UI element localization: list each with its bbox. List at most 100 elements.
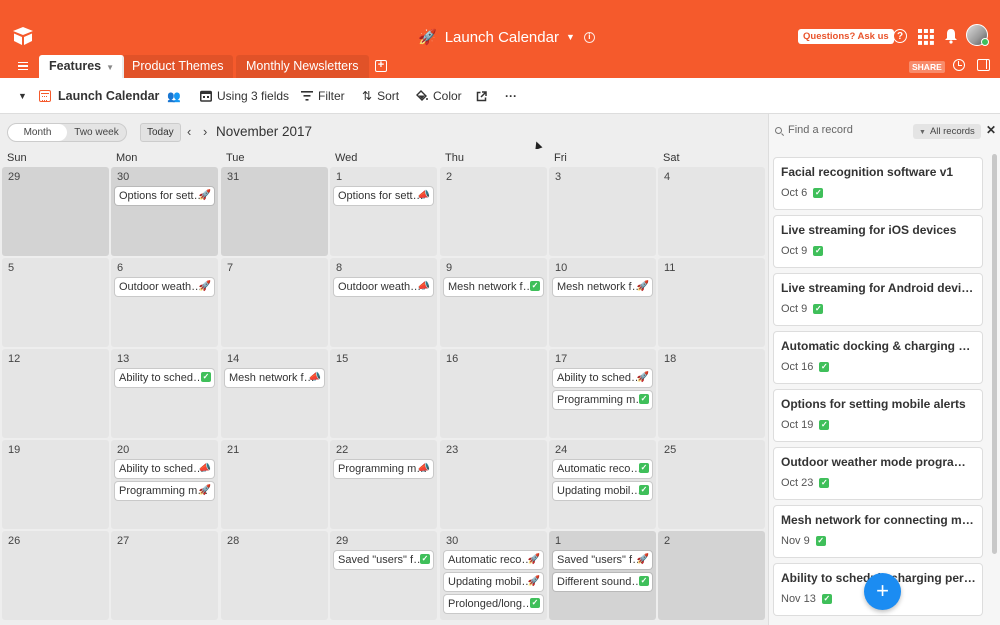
calendar-day-cell[interactable]: 26 (2, 531, 109, 620)
calendar-day-cell[interactable]: 27 (111, 531, 218, 620)
calendar-event[interactable]: Programming m… 📣 (334, 460, 433, 478)
filter-button[interactable]: Filter (301, 78, 345, 114)
history-icon[interactable] (953, 59, 965, 71)
tab-features[interactable]: Features ▼ (39, 55, 125, 78)
calendar-day-cell[interactable]: 29 (2, 167, 109, 256)
help-circle-icon[interactable]: ? (893, 29, 907, 43)
help-button[interactable]: Questions? Ask us (798, 29, 894, 44)
calendar-day-cell[interactable]: 13 Ability to sched… ✓ (111, 349, 218, 438)
calendar-event[interactable]: Updating mobil… ✓ (553, 482, 652, 500)
views-menu-chevron-icon[interactable]: ▼ (18, 78, 27, 114)
calendar-day-cell[interactable]: 30 Options for sett… 🚀 (111, 167, 218, 256)
people-icon[interactable]: 👥 (167, 90, 181, 103)
calendar-event[interactable]: Ability to sched… ✓ (115, 369, 214, 387)
calendar-day-cell[interactable]: 1 Options for sett… 📣 (330, 167, 437, 256)
calendar-event[interactable]: Options for sett… 📣 (334, 187, 433, 205)
base-title-button[interactable]: 🚀 Launch Calendar ▼ i (418, 26, 595, 48)
calendar-event[interactable]: Programming m… ✓ (553, 391, 652, 409)
calendar-day-cell[interactable]: 3 (549, 167, 656, 256)
today-button[interactable]: Today (140, 123, 181, 142)
find-record-search[interactable]: Find a record (775, 124, 853, 136)
calendar-day-cell[interactable]: 23 (440, 440, 547, 529)
calendar-event[interactable]: Ability to sched… 🚀 (553, 369, 652, 387)
calendar-day-cell[interactable]: 16 (440, 349, 547, 438)
record-card[interactable]: Mesh network for connecting mult… Nov 9 ✓ (774, 506, 982, 557)
sidebar-scrollbar[interactable] (992, 154, 997, 554)
apps-grid-icon[interactable] (918, 29, 934, 45)
calendar-day-cell[interactable]: 18 (658, 349, 765, 438)
calendar-event[interactable]: Outdoor weath… 🚀 (115, 278, 214, 296)
view-switcher[interactable]: Launch Calendar 👥 (39, 78, 181, 114)
calendar-event[interactable]: Updating mobil… 🚀 (444, 573, 543, 591)
sidebar-toggle-icon[interactable] (977, 59, 990, 71)
calendar-day-cell[interactable]: 2 (658, 531, 765, 620)
calendar-event[interactable]: Ability to sched… 📣 (115, 460, 214, 478)
records-filter-dropdown[interactable]: ▼ All records (913, 124, 981, 139)
calendar-day-cell[interactable]: 14 Mesh network f… 📣 (221, 349, 328, 438)
color-button[interactable]: Color (416, 78, 462, 114)
calendar-day-cell[interactable]: 6 Outdoor weath… 🚀 (111, 258, 218, 347)
calendar-day-cell[interactable]: 28 (221, 531, 328, 620)
info-icon[interactable]: i (583, 31, 595, 43)
record-card[interactable]: Automatic docking & charging at l… Oct 16… (774, 332, 982, 383)
bell-icon[interactable] (943, 28, 959, 44)
calendar-event[interactable]: Mesh network f… 🚀 (553, 278, 652, 296)
month-mode-button[interactable]: Month (8, 124, 67, 141)
calendar-event[interactable]: Outdoor weath… 📣 (334, 278, 433, 296)
next-month-icon[interactable]: › (203, 124, 207, 140)
sort-button[interactable]: ⇅ Sort (362, 78, 399, 114)
previous-month-icon[interactable]: ‹ (187, 124, 191, 140)
tab-monthly-newsletters[interactable]: Monthly Newsletters (236, 55, 369, 78)
calendar-day-cell[interactable]: 24 Automatic reco… ✓ Updating mobil… ✓ (549, 440, 656, 529)
record-card[interactable]: Outdoor weather mode programm… Oct 23 ✓ (774, 448, 982, 499)
calendar-day-cell[interactable]: 17 Ability to sched… 🚀 Programming m… ✓ (549, 349, 656, 438)
calendar-day-cell[interactable]: 20 Ability to sched… 📣 Programming m… 🚀 (111, 440, 218, 529)
calendar-event[interactable]: Prolonged/long… ✓ (444, 595, 543, 613)
share-view-button[interactable] (476, 78, 487, 114)
app-logo-icon[interactable] (12, 26, 34, 46)
record-card[interactable]: Options for setting mobile alerts Oct 19 ✓ (774, 390, 982, 441)
user-avatar[interactable] (966, 24, 989, 46)
calendar-event[interactable]: Automatic reco… 🚀 (444, 551, 543, 569)
calendar-day-cell[interactable]: 25 (658, 440, 765, 529)
calendar-event[interactable]: Mesh network f… ✓ (444, 278, 543, 296)
calendar-day-cell[interactable]: 19 (2, 440, 109, 529)
calendar-day-cell[interactable]: 30 Automatic reco… 🚀 Updating mobil… 🚀 Prolon… (440, 531, 547, 620)
calendar-day-cell[interactable]: 12 (2, 349, 109, 438)
two-week-mode-button[interactable]: Two week (67, 124, 126, 141)
calendar-day-cell[interactable]: 1 Saved "users" f… 🚀 Different sound… ✓ (549, 531, 656, 620)
share-button[interactable]: SHARE (909, 61, 945, 73)
calendar-day-cell[interactable]: 22 Programming m… 📣 (330, 440, 437, 529)
calendar-event[interactable]: Options for sett… 🚀 (115, 187, 214, 205)
calendar-day-cell[interactable]: 7 (221, 258, 328, 347)
more-options-icon[interactable]: ··· (505, 78, 517, 114)
calendar-event[interactable]: Saved "users" f… 🚀 (553, 551, 652, 569)
fields-button[interactable]: Using 3 fields (200, 78, 289, 114)
view-mode-toggle[interactable]: Month Two week (7, 123, 127, 142)
calendar-event[interactable]: Automatic reco… ✓ (553, 460, 652, 478)
calendar-day-cell[interactable]: 29 Saved "users" f… ✓ (330, 531, 437, 620)
calendar-day-cell[interactable]: 15 (330, 349, 437, 438)
tab-product-themes[interactable]: Product Themes (122, 55, 234, 78)
calendar-day-cell[interactable]: 2 (440, 167, 547, 256)
record-card[interactable]: Live streaming for iOS devices Oct 9 ✓ (774, 216, 982, 267)
calendar-day-cell[interactable]: 5 (2, 258, 109, 347)
record-card[interactable]: Live streaming for Android devices Oct 9 ✓ (774, 274, 982, 325)
calendar-day-cell[interactable]: 4 (658, 167, 765, 256)
hamburger-menu-icon[interactable] (18, 62, 28, 70)
calendar-day-cell[interactable]: 31 (221, 167, 328, 256)
calendar-day-cell[interactable]: 9 Mesh network f… ✓ (440, 258, 547, 347)
calendar-event[interactable]: Saved "users" f… ✓ (334, 551, 433, 569)
close-icon[interactable]: ✕ (986, 123, 996, 137)
calendar-event[interactable]: Different sound… ✓ (553, 573, 652, 591)
calendar-day-cell[interactable]: 8 Outdoor weath… 📣 (330, 258, 437, 347)
calendar-day-cell[interactable]: 10 Mesh network f… 🚀 (549, 258, 656, 347)
add-record-button[interactable]: + (864, 573, 901, 610)
calendar-day-cell[interactable]: 21 (221, 440, 328, 529)
calendar-event[interactable]: Mesh network f… 📣 (225, 369, 324, 387)
record-card[interactable]: Facial recognition software v1 Oct 6 ✓ (774, 158, 982, 209)
calendar-event[interactable]: Programming m… 🚀 (115, 482, 214, 500)
calendar-day-cell[interactable]: 11 (658, 258, 765, 347)
chevron-down-icon[interactable]: ▼ (106, 63, 114, 72)
add-table-icon[interactable]: + (375, 60, 387, 72)
